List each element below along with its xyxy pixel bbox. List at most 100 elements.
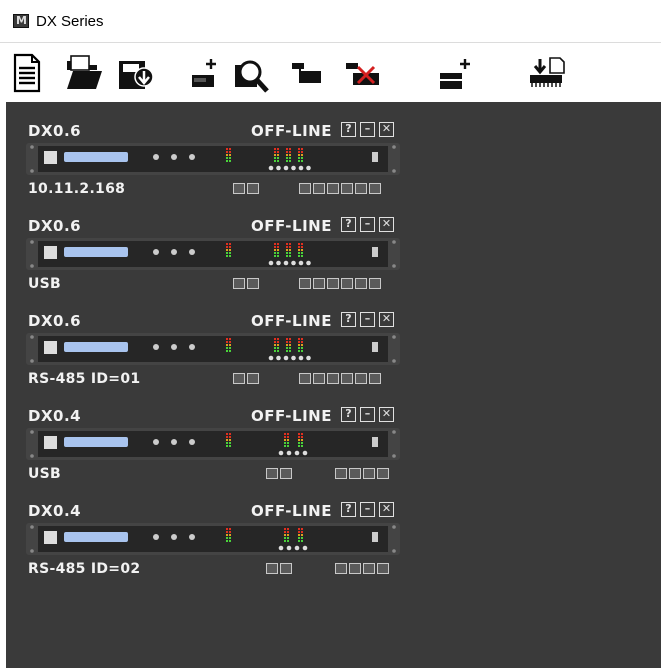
minimize-button[interactable]: – [360,122,375,137]
device-status: OFF-LINE [251,502,332,520]
minimize-button[interactable]: – [360,312,375,327]
device-model: DX0.4 [28,502,82,520]
power-switch-icon [372,152,378,162]
output-indicator [306,165,311,171]
output-indicator [283,355,289,361]
device-front-panel[interactable] [26,143,400,175]
output-indicator [291,260,296,266]
output-indicator [302,545,308,551]
device-front-panel[interactable] [26,523,400,555]
device-connection: RS-485 ID=01 [28,371,141,387]
output-indicator [283,260,289,266]
minimize-button[interactable]: – [360,502,375,517]
device-entry[interactable]: DX0.4 OFF-LINE ? – ✕ USB [6,397,406,489]
output-status-box [355,373,367,384]
brand-logo-icon [44,246,57,259]
add-device-icon[interactable] [190,53,220,93]
device-connection: USB [28,276,62,292]
control-knob [171,344,177,350]
rack-screw [30,335,34,339]
device-model: DX0.6 [28,312,82,330]
rack-screw [392,549,396,553]
rack-screw [392,169,396,173]
add-group-icon[interactable] [438,53,472,93]
input-status-box [233,373,245,384]
device-entry[interactable]: DX0.6 OFF-LINE ? – ✕ RS-485 ID=01 [6,302,406,394]
device-front-panel[interactable] [26,238,400,270]
device-entry[interactable]: DX0.6 OFF-LINE ? – ✕ USB [6,207,406,299]
app-title: DX Series [36,13,104,30]
close-button[interactable]: ✕ [379,312,394,327]
lcd-display [64,342,128,352]
brand-logo-icon [44,341,57,354]
minimize-button[interactable]: – [360,217,375,232]
lcd-display [64,247,128,257]
output-status-box [363,468,375,479]
close-button[interactable]: ✕ [379,502,394,517]
rack-screw [30,430,34,434]
close-button[interactable]: ✕ [379,217,394,232]
output-status-box [313,278,325,289]
input-status-box [233,278,245,289]
rack-screw [30,264,34,268]
output-status-box [355,183,367,194]
input-status-box [247,373,259,384]
control-knob [153,439,159,445]
help-button[interactable]: ? [341,312,356,327]
input-status-box [233,183,245,194]
output-status-box [299,278,311,289]
firmware-update-icon[interactable] [526,53,568,93]
output-indicator [298,165,304,171]
remove-device-icon[interactable] [344,53,382,93]
rack-screw [30,169,34,173]
power-switch-icon [372,532,378,542]
device-front-panel[interactable] [26,428,400,460]
output-status-box [355,278,367,289]
control-knob [189,439,195,445]
rack-screw [30,145,34,149]
device-entry[interactable]: DX0.4 OFF-LINE ? – ✕ RS-485 ID=02 [6,492,406,584]
input-status-box [280,468,292,479]
control-knob [153,249,159,255]
control-knob [171,439,177,445]
output-indicator [276,355,281,361]
output-indicator [286,450,292,456]
help-button[interactable]: ? [341,217,356,232]
output-indicator [278,545,284,551]
help-button[interactable]: ? [341,122,356,137]
output-status-box [349,468,361,479]
rack-screw [392,335,396,339]
app-logo-icon [13,14,29,28]
link-devices-icon[interactable] [290,53,324,93]
close-button[interactable]: ✕ [379,122,394,137]
output-status-box [341,183,353,194]
device-connection: 10.11.2.168 [28,181,126,197]
power-switch-icon [372,437,378,447]
device-model: DX0.6 [28,217,82,235]
output-status-box [327,278,339,289]
device-status: OFF-LINE [251,407,332,425]
device-front-panel[interactable] [26,333,400,365]
input-status-box [247,183,259,194]
output-status-box [369,183,381,194]
close-button[interactable]: ✕ [379,407,394,422]
output-status-box [349,563,361,574]
magnifier-icon[interactable] [233,53,271,93]
output-status-box [363,563,375,574]
device-entry[interactable]: DX0.6 OFF-LINE ? – ✕ 10.11.2.168 [6,112,406,204]
open-folder-icon[interactable] [64,53,104,93]
input-status-box [266,563,278,574]
lcd-display [64,532,128,542]
output-status-box [335,468,347,479]
help-button[interactable]: ? [341,407,356,422]
output-status-box [299,183,311,194]
output-status-box [377,563,389,574]
help-button[interactable]: ? [341,502,356,517]
brand-logo-icon [44,436,57,449]
save-disk-icon[interactable] [117,53,155,93]
input-status-box [266,468,278,479]
new-document-icon[interactable] [12,53,42,93]
output-indicator [298,260,304,266]
output-indicator [306,355,311,361]
minimize-button[interactable]: – [360,407,375,422]
